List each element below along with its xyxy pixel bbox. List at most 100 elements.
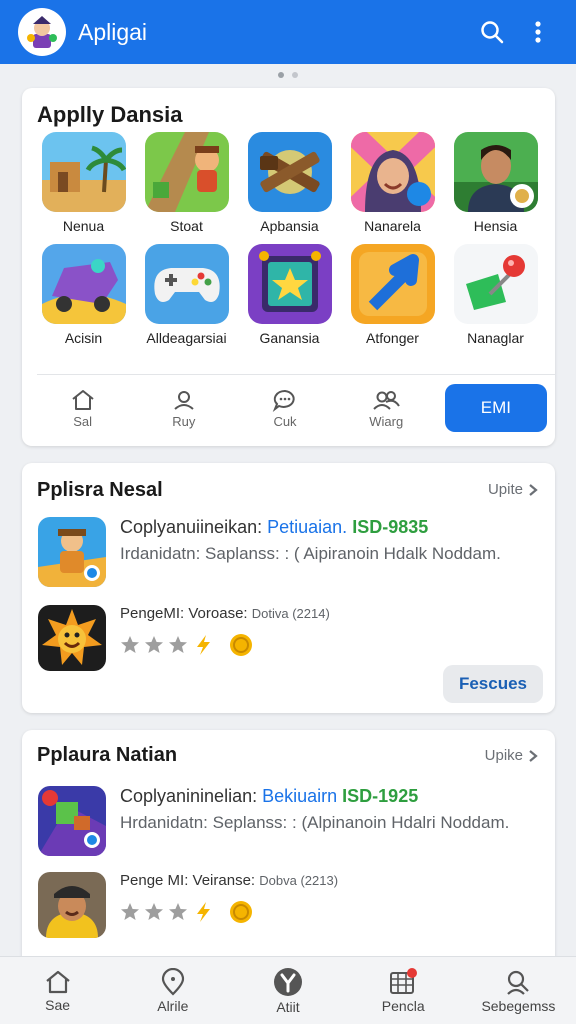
star-icon <box>145 903 163 920</box>
overflow-menu-button[interactable] <box>518 12 558 52</box>
tab-label: Ruy <box>172 413 196 429</box>
tab-label: Sal <box>73 413 92 429</box>
more-vertical-icon <box>535 21 541 43</box>
chevron-right-icon <box>529 483 538 496</box>
list-item[interactable]: Coplyanininelian: Bekiuairn ISD-1925 Hrd… <box>38 786 538 856</box>
section-card-1: Pplisra Nesal Upite Coplyanuiineikan: Pe… <box>22 463 555 713</box>
see-more-label: Upite <box>487 481 523 498</box>
game-thumbnail-icon <box>38 786 106 856</box>
chat-bubble-icon <box>272 389 295 412</box>
app-tile[interactable]: Acisin <box>32 244 135 346</box>
list-item[interactable]: Penge MI: Veiranse: Dobva (2213) <box>38 872 538 938</box>
profile-search-icon <box>507 970 530 995</box>
section-title: Pplaura Natian <box>37 744 178 766</box>
item-title: PengeMI: Voroase: Dotiva (2214) <box>120 605 330 622</box>
app-label: Nenua <box>62 218 105 234</box>
man-portrait-icon <box>453 132 538 212</box>
app-tile[interactable]: Nanarela <box>341 132 444 234</box>
half-star-icon <box>197 902 210 922</box>
nav-item-home[interactable]: Sae <box>0 957 115 1024</box>
location-pin-icon <box>161 967 184 996</box>
nav-item-center[interactable]: Atiit <box>230 957 345 1024</box>
chevron-right-icon <box>529 749 538 762</box>
app-logo-avatar[interactable] <box>18 8 66 56</box>
page-indicator <box>0 72 576 78</box>
tab-chat[interactable]: Cuk <box>234 388 335 429</box>
blue-arrow-icon <box>350 244 435 324</box>
section-title: Pplisra Nesal <box>37 479 163 501</box>
rating-stars <box>120 632 330 658</box>
divider <box>37 374 555 375</box>
app-tile[interactable]: Atfonger <box>341 244 444 346</box>
nav-label: Atiit <box>276 998 300 1015</box>
character-portrait-icon <box>38 872 106 938</box>
item-title: Coplyanininelian: Bekiuairn ISD-1925 <box>120 786 419 806</box>
adventure-runner-icon <box>144 132 229 212</box>
item-description: Hrdanidatn: Seplanss: : (Alpinanoin Hdal… <box>120 813 510 832</box>
tab-home[interactable]: Sal <box>32 388 133 429</box>
app-label: Acisin <box>64 330 103 346</box>
tab-person[interactable]: Ruy <box>133 388 234 429</box>
calendar-grid-icon <box>390 967 418 994</box>
fescues-button[interactable]: Fescues <box>442 665 543 703</box>
star-icon <box>121 636 139 653</box>
app-label: Apbansia <box>260 218 319 234</box>
list-item[interactable]: PengeMI: Voroase: Dotiva (2214) <box>38 605 538 671</box>
app-tile[interactable]: Ganansia <box>238 244 341 346</box>
app-label: Alldeagarsiai <box>146 330 227 346</box>
map-pin-icon <box>453 244 538 324</box>
app-tile[interactable]: Nenua <box>32 132 135 234</box>
nav-label: Sebegemss <box>481 997 556 1014</box>
nav-label: Sae <box>45 996 71 1013</box>
star-icon <box>145 636 163 653</box>
nav-item-profile[interactable]: Sebegemss <box>461 957 576 1024</box>
search-button[interactable] <box>472 12 512 52</box>
app-label: Stoat <box>170 218 203 234</box>
app-bar: Apligai <box>0 0 576 64</box>
search-icon <box>481 21 504 44</box>
game-controller-icon <box>144 244 229 324</box>
nav-label: Pencla <box>381 997 425 1014</box>
bottom-navigation: Sae Alrile Atiit Pencla Sebegemss <box>0 956 576 1024</box>
app-tile[interactable]: Nanaglar <box>444 244 547 346</box>
list-item[interactable]: Coplyanuiineikan: Petiuaian. ISD-9835 Ir… <box>38 517 538 587</box>
rating-stars <box>120 899 338 925</box>
tab-people[interactable]: Wiarg <box>336 388 437 429</box>
app-tile[interactable]: Hensia <box>444 132 547 234</box>
page-dot-active[interactable] <box>278 72 284 78</box>
star-icon <box>169 903 187 920</box>
star-icon <box>121 903 139 920</box>
category-tabs: Sal Ruy Cuk Wiarg EMI <box>32 384 547 432</box>
racing-car-icon <box>41 244 126 324</box>
coin-badge-icon <box>230 901 252 923</box>
nav-item-calendar[interactable]: Pencla <box>346 957 461 1024</box>
nav-label: Alrile <box>157 997 189 1014</box>
app-tile[interactable]: Stoat <box>135 132 238 234</box>
item-description: Irdanidatn: Saplanss: : ( Aipiranoin Hda… <box>120 544 501 563</box>
section-card-2: Pplaura Natian Upike Coplyanininelian: B… <box>22 730 555 970</box>
home-icon <box>45 970 70 993</box>
see-more-link[interactable]: Upite <box>488 481 539 498</box>
see-more-label: Upike <box>484 747 523 764</box>
half-star-icon <box>197 635 210 655</box>
emi-button[interactable]: EMI <box>444 384 547 432</box>
home-icon <box>71 389 94 410</box>
coin-badge-icon <box>230 634 252 656</box>
app-label: Ganansia <box>259 330 320 346</box>
sun-face-icon <box>38 605 106 671</box>
see-more-link[interactable]: Upike <box>485 747 539 764</box>
game-thumbnail-icon <box>38 517 106 587</box>
featured-title: Applly Dansia <box>37 102 183 127</box>
page-dot[interactable] <box>292 72 298 78</box>
app-label: Nanarela <box>364 218 421 234</box>
tab-label: Cuk <box>273 413 297 429</box>
app-tile[interactable]: Alldeagarsiai <box>135 244 238 346</box>
people-icon <box>373 390 401 410</box>
app-grid: Nenua Stoat Apbansia Nanarela Hensia Aci… <box>32 132 547 346</box>
star-tablet-icon <box>247 244 332 324</box>
item-title: Penge MI: Veiranse: Dobva (2213) <box>120 872 339 889</box>
app-label: Atfonger <box>366 330 419 346</box>
featured-apps-card: Applly Dansia Nenua Stoat Apbansia Nanar… <box>22 88 555 446</box>
app-tile[interactable]: Apbansia <box>238 132 341 234</box>
nav-item-location[interactable]: Alrile <box>115 957 230 1024</box>
